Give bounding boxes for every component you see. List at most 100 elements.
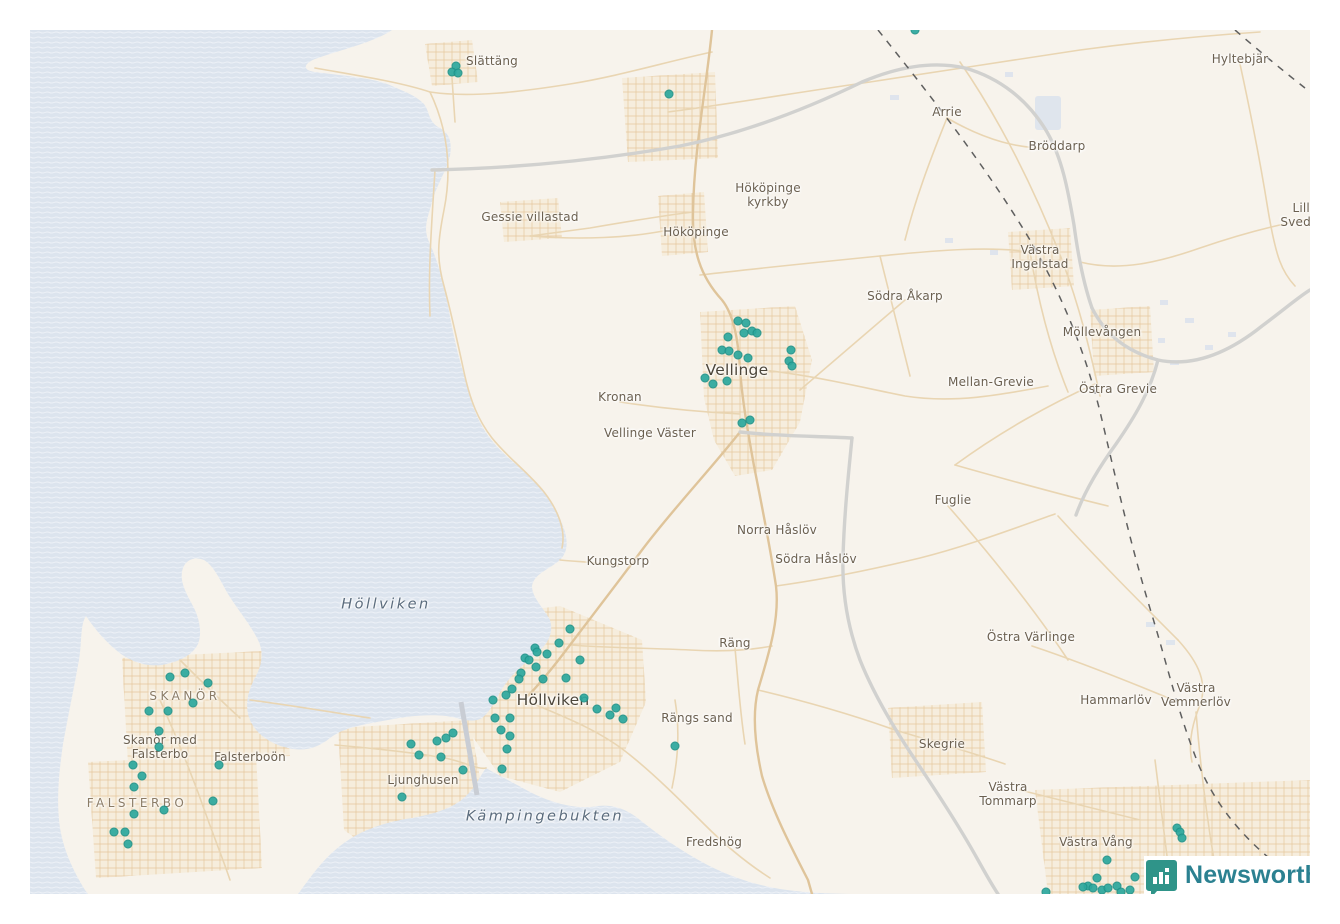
map-data-point[interactable]	[121, 828, 130, 837]
map-label-place: Ljunghusen	[387, 774, 458, 788]
map-label-town: Vellinge	[706, 362, 769, 380]
map-overlay: SlättängArrieBröddarpHyltebjärLilla Sved…	[30, 30, 1310, 894]
map-data-point[interactable]	[1178, 834, 1187, 843]
map-data-point[interactable]	[1079, 883, 1088, 892]
map-data-point[interactable]	[1117, 888, 1126, 895]
map-label-place: Östra Grevie	[1079, 383, 1157, 397]
map-data-point[interactable]	[671, 742, 680, 751]
map-data-point[interactable]	[533, 648, 542, 657]
newsworthy-icon	[1146, 860, 1177, 891]
map-data-point[interactable]	[503, 745, 512, 754]
map-data-point[interactable]	[1103, 856, 1112, 865]
map-label-place: Kungstorp	[587, 555, 650, 569]
map-label-place: Mellan-Grevie	[948, 376, 1034, 390]
map-data-point[interactable]	[555, 639, 564, 648]
map-data-point[interactable]	[543, 650, 552, 659]
map-data-point[interactable]	[160, 806, 169, 815]
map-data-point[interactable]	[539, 675, 548, 684]
map-data-point[interactable]	[164, 707, 173, 716]
map-label-place: Vellinge Väster	[604, 427, 696, 441]
map-label-place: Bröddarp	[1029, 140, 1086, 154]
map-data-point[interactable]	[145, 707, 154, 716]
map-data-point[interactable]	[619, 715, 628, 724]
map[interactable]: SlättängArrieBröddarpHyltebjärLilla Sved…	[30, 30, 1310, 894]
map-data-point[interactable]	[215, 761, 224, 770]
map-data-point[interactable]	[459, 766, 468, 775]
map-data-point[interactable]	[506, 732, 515, 741]
map-data-point[interactable]	[489, 696, 498, 705]
map-data-point[interactable]	[130, 783, 139, 792]
map-label-place: Hököpinge kyrkby	[735, 182, 801, 210]
map-data-point[interactable]	[1126, 886, 1135, 895]
map-data-point[interactable]	[515, 675, 524, 684]
map-data-point[interactable]	[723, 377, 732, 386]
map-data-point[interactable]	[1131, 873, 1140, 882]
map-data-point[interactable]	[437, 753, 446, 762]
map-data-point[interactable]	[433, 737, 442, 746]
page: SlättängArrieBröddarpHyltebjärLilla Sved…	[0, 0, 1340, 924]
map-data-point[interactable]	[1042, 888, 1051, 895]
map-data-point[interactable]	[407, 740, 416, 749]
map-data-point[interactable]	[1089, 884, 1098, 893]
map-label-place: Möllevången	[1063, 326, 1142, 340]
map-data-point[interactable]	[788, 362, 797, 371]
map-label-place: Falsterboön	[214, 751, 286, 765]
map-data-point[interactable]	[398, 793, 407, 802]
newsworthy-logo[interactable]: Newsworthy	[1144, 856, 1310, 894]
map-label-place: Västra Tommarp	[979, 781, 1036, 809]
map-label-town: Höllviken	[517, 692, 590, 710]
map-label-place: Fuglie	[935, 494, 972, 508]
map-data-point[interactable]	[744, 354, 753, 363]
map-data-point[interactable]	[724, 333, 733, 342]
map-label-place: Rängs sand	[661, 712, 733, 726]
map-data-point[interactable]	[532, 663, 541, 672]
map-label-place: Östra Värlinge	[987, 631, 1075, 645]
map-data-point[interactable]	[491, 714, 500, 723]
map-data-point[interactable]	[449, 729, 458, 738]
map-data-point[interactable]	[580, 694, 589, 703]
map-data-point[interactable]	[204, 679, 213, 688]
map-data-point[interactable]	[787, 346, 796, 355]
map-data-point[interactable]	[502, 691, 511, 700]
map-data-point[interactable]	[566, 625, 575, 634]
map-data-point[interactable]	[166, 673, 175, 682]
map-data-point[interactable]	[725, 347, 734, 356]
map-label-place: Hammarlöv	[1080, 694, 1152, 708]
map-data-point[interactable]	[665, 90, 674, 99]
map-data-point[interactable]	[155, 743, 164, 752]
map-data-point[interactable]	[734, 351, 743, 360]
map-data-point[interactable]	[181, 669, 190, 678]
map-data-point[interactable]	[155, 727, 164, 736]
map-data-point[interactable]	[746, 416, 755, 425]
map-data-point[interactable]	[129, 761, 138, 770]
map-data-point[interactable]	[189, 699, 198, 708]
map-data-point[interactable]	[124, 840, 133, 849]
map-data-point[interactable]	[562, 674, 571, 683]
map-data-point[interactable]	[1093, 874, 1102, 883]
map-data-point[interactable]	[911, 30, 920, 35]
map-label-district: SKANÖR	[149, 690, 220, 704]
map-data-point[interactable]	[138, 772, 147, 781]
map-data-point[interactable]	[498, 765, 507, 774]
map-data-point[interactable]	[415, 751, 424, 760]
map-label-place: Norra Håslöv	[737, 524, 817, 538]
map-data-point[interactable]	[130, 810, 139, 819]
map-data-point[interactable]	[454, 69, 463, 78]
map-data-point[interactable]	[506, 714, 515, 723]
map-label-place: Lilla Svedala	[1280, 202, 1310, 230]
map-label-place: Fredshög	[686, 836, 742, 850]
map-label-place: Kronan	[598, 391, 642, 405]
map-label-place: Västra Ingelstad	[1011, 244, 1068, 272]
map-label-place: Gessie villastad	[481, 211, 578, 225]
map-data-point[interactable]	[1104, 884, 1113, 893]
map-data-point[interactable]	[576, 656, 585, 665]
map-data-point[interactable]	[209, 797, 218, 806]
map-data-point[interactable]	[753, 329, 762, 338]
map-data-point[interactable]	[709, 380, 718, 389]
map-data-point[interactable]	[497, 726, 506, 735]
map-data-point[interactable]	[593, 705, 602, 714]
map-data-point[interactable]	[110, 828, 119, 837]
map-data-point[interactable]	[740, 329, 749, 338]
map-data-point[interactable]	[606, 711, 615, 720]
map-label-place: Räng	[719, 637, 750, 651]
